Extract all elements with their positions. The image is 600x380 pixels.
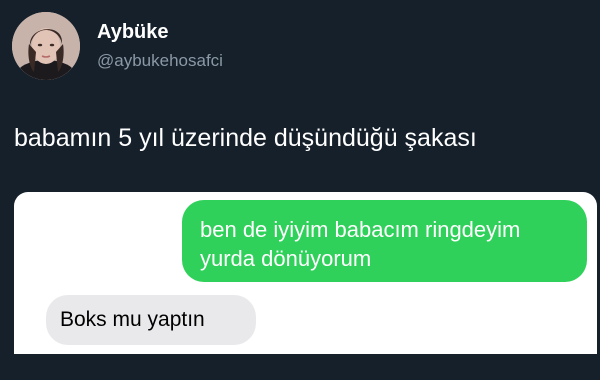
tweet-media-image[interactable]: ben de iyiyim babacım ringdeyim yurda dö…	[14, 192, 597, 354]
sent-message-line: ben de iyiyim babacım ringdeyim	[200, 217, 521, 242]
avatar-photo	[12, 12, 80, 80]
user-handle[interactable]: @aybukehosafci	[97, 50, 223, 72]
sent-message-line: yurda dönüyorum	[200, 246, 372, 271]
user-name[interactable]: Aybüke	[97, 20, 169, 44]
avatar[interactable]	[12, 12, 80, 80]
received-message-bubble: Boks mu yaptın	[46, 295, 256, 345]
tweet-text: babamın 5 yıl üzerinde düşündüğü şakası	[14, 124, 477, 152]
sent-message-bubble: ben de iyiyim babacım ringdeyim yurda dö…	[182, 200, 587, 282]
tweet-card: Aybüke @aybukehosafci babamın 5 yıl üzer…	[0, 0, 600, 380]
